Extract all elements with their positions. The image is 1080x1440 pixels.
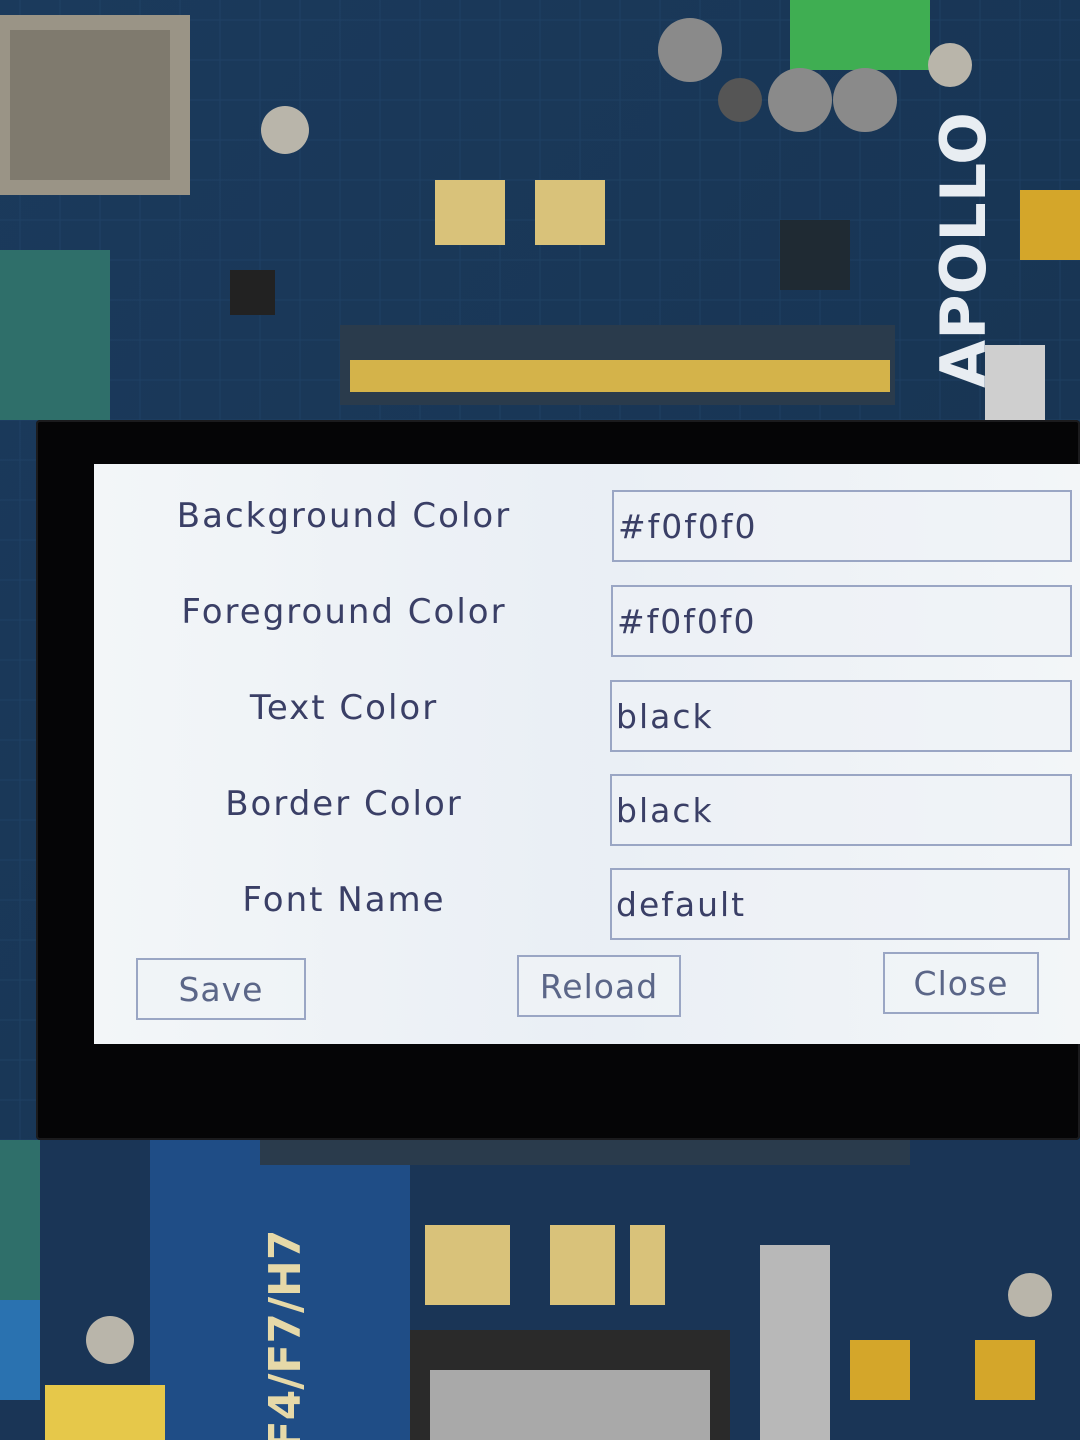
foreground-color-input[interactable]: #f0f0f0 [611, 585, 1072, 657]
photo-scene: APOLLO F4/F7/H7 Background Color #f0f0f0… [0, 0, 1080, 1440]
settings-dialog: Background Color #f0f0f0 Foreground Colo… [94, 464, 1080, 1044]
ethernet-jack [0, 15, 190, 195]
foreground-color-label: Foreground Color [181, 592, 507, 632]
border-color-label: Border Color [225, 784, 463, 824]
close-button[interactable]: Close [883, 952, 1039, 1014]
font-name-input[interactable]: default [610, 868, 1070, 940]
background-color-label: Background Color [176, 496, 512, 536]
reload-button[interactable]: Reload [517, 955, 681, 1017]
font-name-label: Font Name [242, 880, 446, 920]
background-color-input[interactable]: #f0f0f0 [612, 490, 1072, 562]
text-color-input[interactable]: black [610, 680, 1072, 752]
board-model-text: F4/F7/H7 [260, 1230, 311, 1440]
border-color-input[interactable]: black [610, 774, 1072, 846]
save-button[interactable]: Save [136, 958, 306, 1020]
text-color-label: Text Color [249, 688, 439, 728]
